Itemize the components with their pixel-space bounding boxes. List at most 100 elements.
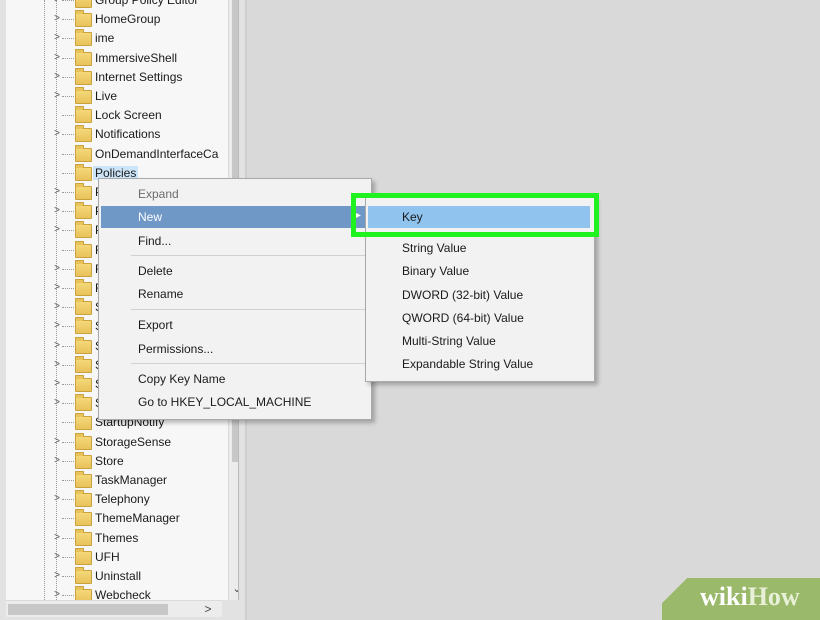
expand-chevron-icon[interactable]: > [52, 223, 62, 237]
expand-chevron-icon[interactable]: > [52, 31, 62, 45]
expand-chevron-icon[interactable] [52, 108, 62, 122]
tree-connector [62, 326, 74, 328]
menu-separator [131, 309, 365, 310]
tree-connector [62, 518, 74, 520]
tree-row[interactable]: > ime [6, 29, 226, 48]
expand-chevron-icon[interactable]: > [52, 435, 62, 449]
folder-icon [75, 375, 92, 392]
tree-row[interactable]: > Store [6, 451, 226, 471]
expand-chevron-icon[interactable]: > [52, 204, 62, 218]
expand-chevron-icon[interactable]: > [52, 281, 62, 295]
tree-connector [62, 460, 74, 462]
folder-icon [75, 317, 92, 335]
tree-row[interactable]: OnDemandInterfaceCa [6, 144, 226, 164]
folder-icon [75, 163, 92, 181]
expand-chevron-icon[interactable] [52, 511, 62, 525]
expand-chevron-icon[interactable] [52, 243, 62, 257]
tree-item-label: Internet Settings [95, 69, 183, 84]
expand-chevron-icon[interactable]: > [52, 569, 62, 583]
menu-item-find[interactable]: Find... [101, 230, 367, 252]
tree-item-label: ThemeManager [95, 511, 180, 526]
expand-chevron-icon[interactable]: > [52, 262, 62, 276]
expand-chevron-icon[interactable] [52, 147, 62, 161]
tree-row[interactable]: > ImmersiveShell [6, 48, 226, 68]
submenu-item-expandable-string-value[interactable]: Expandable String Value [368, 353, 590, 375]
wikihow-watermark: wikiHow [662, 578, 820, 620]
menu-separator [131, 255, 365, 256]
folder-icon [75, 221, 92, 239]
submenu-item-binary-value[interactable]: Binary Value [368, 260, 590, 282]
submenu-item-multi-string-value[interactable]: Multi-String Value [368, 330, 590, 352]
expand-chevron-icon[interactable]: > [52, 492, 62, 506]
menu-item-go-to-hklm[interactable]: Go to HKEY_LOCAL_MACHINE [101, 391, 367, 413]
folder-icon [75, 0, 92, 8]
expand-chevron-icon[interactable]: > [52, 185, 62, 199]
expand-chevron-icon[interactable]: > [52, 51, 62, 65]
submenu-item-dword-value[interactable]: DWORD (32-bit) Value [368, 284, 590, 306]
tree-row[interactable]: TaskManager [6, 471, 226, 490]
expand-chevron-icon[interactable]: > [52, 377, 62, 391]
expand-chevron-icon[interactable]: > [52, 0, 62, 7]
tree-row[interactable]: Lock Screen [6, 106, 226, 125]
expand-chevron-icon[interactable] [52, 166, 62, 180]
expand-chevron-icon[interactable]: > [52, 89, 62, 103]
tree-row[interactable]: ThemeManager [6, 509, 226, 528]
tree-item-label: UFH [95, 549, 120, 564]
tree-row[interactable]: > Live [6, 87, 226, 106]
expand-chevron-icon[interactable]: > [52, 300, 62, 314]
menu-item-expand[interactable]: Expand [101, 183, 367, 205]
tree-row[interactable]: > HomeGroup [6, 10, 226, 29]
horizontal-scroll-thumb[interactable] [8, 604, 168, 615]
expand-chevron-icon[interactable]: > [52, 454, 62, 468]
tree-row[interactable]: > Themes [6, 528, 226, 548]
tree-row[interactable]: > Internet Settings [6, 67, 226, 87]
menu-item-permissions[interactable]: Permissions... [101, 338, 367, 360]
menu-item-rename[interactable]: Rename [101, 283, 367, 305]
tree-item-label: StorageSense [95, 434, 172, 449]
tree-row[interactable]: > Notifications [6, 125, 226, 144]
expand-chevron-icon[interactable]: > [52, 531, 62, 545]
menu-item-delete[interactable]: Delete [101, 260, 367, 282]
tree-horizontal-scrollbar[interactable]: > [6, 600, 222, 617]
submenu-item-qword-value[interactable]: QWORD (64-bit) Value [368, 307, 590, 329]
tree-row[interactable]: > Webcheck [6, 586, 226, 600]
expand-chevron-icon[interactable]: > [52, 12, 62, 26]
tree-row[interactable]: > Uninstall [6, 567, 226, 586]
expand-chevron-icon[interactable]: > [52, 127, 62, 141]
expand-chevron-icon[interactable]: > [52, 588, 62, 600]
menu-item-new[interactable]: New ▶ [101, 206, 367, 228]
tree-row[interactable]: > StorageSense [6, 432, 226, 452]
expand-chevron-icon[interactable]: > [52, 396, 62, 410]
expand-chevron-icon[interactable]: > [52, 550, 62, 564]
scroll-down-arrow-icon[interactable]: ⌄ [229, 580, 238, 598]
menu-item-copy-key-name[interactable]: Copy Key Name [101, 368, 367, 390]
submenu-item-string-value[interactable]: String Value [368, 237, 590, 259]
watermark-logo: wikiHow [700, 582, 800, 612]
expand-chevron-icon[interactable]: > [52, 358, 62, 372]
expand-chevron-icon[interactable]: > [52, 319, 62, 333]
folder-icon [75, 490, 92, 508]
folder-icon [75, 413, 92, 431]
expand-chevron-icon[interactable] [52, 415, 62, 429]
expand-chevron-icon[interactable] [52, 473, 62, 487]
scroll-right-arrow-icon[interactable]: > [200, 601, 216, 617]
tree-connector [62, 0, 74, 1]
tree-connector [62, 115, 74, 117]
menu-item-export[interactable]: Export [101, 314, 367, 336]
tree-row[interactable]: > Telephony [6, 490, 226, 509]
watermark-wiki-text: wiki [700, 582, 748, 611]
expand-chevron-icon[interactable]: > [52, 339, 62, 353]
expand-chevron-icon[interactable]: > [52, 70, 62, 84]
tree-connector [62, 537, 74, 539]
folder-icon [75, 451, 92, 469]
tree-connector [62, 556, 74, 558]
tree-connector [62, 268, 74, 270]
folder-icon [75, 183, 92, 200]
tree-row[interactable]: > Group Policy Editor [6, 0, 226, 10]
tree-connector [62, 384, 74, 385]
tree-connector [62, 76, 74, 78]
submenu-item-label: QWORD (64-bit) Value [402, 311, 524, 325]
tree-row[interactable]: > UFH [6, 547, 226, 567]
tree-connector [62, 499, 74, 501]
folder-icon [75, 355, 92, 373]
